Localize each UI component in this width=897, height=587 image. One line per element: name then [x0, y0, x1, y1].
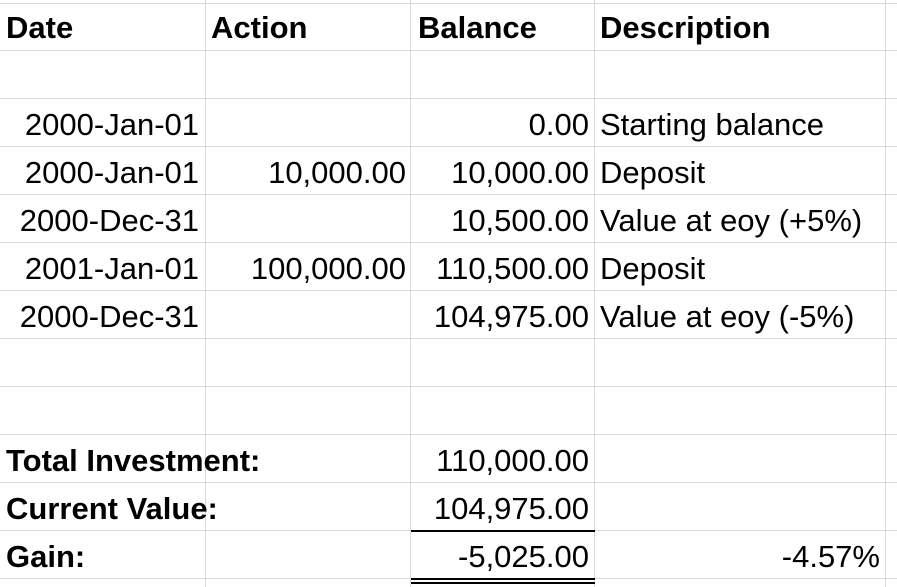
gridline-row-9	[0, 434, 897, 435]
header-description[interactable]: Description	[600, 4, 885, 52]
row-5-balance[interactable]: 104,975.00	[411, 293, 589, 341]
current-value-value[interactable]: 104,975.00	[411, 485, 589, 533]
header-balance[interactable]: Balance	[418, 4, 593, 52]
row-1-description[interactable]: Starting balance	[600, 101, 885, 149]
row-1-date[interactable]: 2000-Jan-01	[0, 101, 199, 149]
row-5-action[interactable]	[206, 293, 406, 341]
gridline-col-c	[594, 0, 595, 587]
gain-double-underline	[411, 578, 595, 584]
row-3-action[interactable]	[206, 197, 406, 245]
row-2-action[interactable]: 10,000.00	[206, 149, 406, 197]
row-4-balance[interactable]: 110,500.00	[411, 245, 589, 293]
row-4-action[interactable]: 100,000.00	[206, 245, 406, 293]
gain-label[interactable]: Gain:	[6, 533, 196, 581]
header-action[interactable]: Action	[211, 4, 406, 52]
row-2-balance[interactable]: 10,000.00	[411, 149, 589, 197]
row-1-balance[interactable]: 0.00	[411, 101, 589, 149]
row-4-description[interactable]: Deposit	[600, 245, 885, 293]
row-5-description[interactable]: Value at eoy (-5%)	[600, 293, 885, 341]
row-4-date[interactable]: 2001-Jan-01	[0, 245, 199, 293]
row-3-balance[interactable]: 10,500.00	[411, 197, 589, 245]
row-5-date[interactable]: 2000-Dec-31	[0, 293, 199, 341]
gain-percent[interactable]: -4.57%	[600, 533, 880, 581]
current-value-label[interactable]: Current Value:	[6, 485, 386, 533]
current-value-underline	[411, 530, 595, 532]
row-2-description[interactable]: Deposit	[600, 149, 885, 197]
row-1-action[interactable]	[206, 101, 406, 149]
gain-value[interactable]: -5,025.00	[411, 533, 589, 581]
row-2-date[interactable]: 2000-Jan-01	[0, 149, 199, 197]
total-investment-label[interactable]: Total Investment:	[6, 437, 386, 485]
header-date[interactable]: Date	[6, 4, 201, 52]
spreadsheet-grid: Date Action Balance Description 2000-Jan…	[0, 0, 897, 587]
gridline-row-8	[0, 386, 897, 387]
total-investment-value[interactable]: 110,000.00	[411, 437, 589, 485]
row-3-date[interactable]: 2000-Dec-31	[0, 197, 199, 245]
row-3-description[interactable]: Value at eoy (+5%)	[600, 197, 885, 245]
gridline-col-d	[885, 0, 886, 587]
gridline-row-2	[0, 98, 897, 99]
